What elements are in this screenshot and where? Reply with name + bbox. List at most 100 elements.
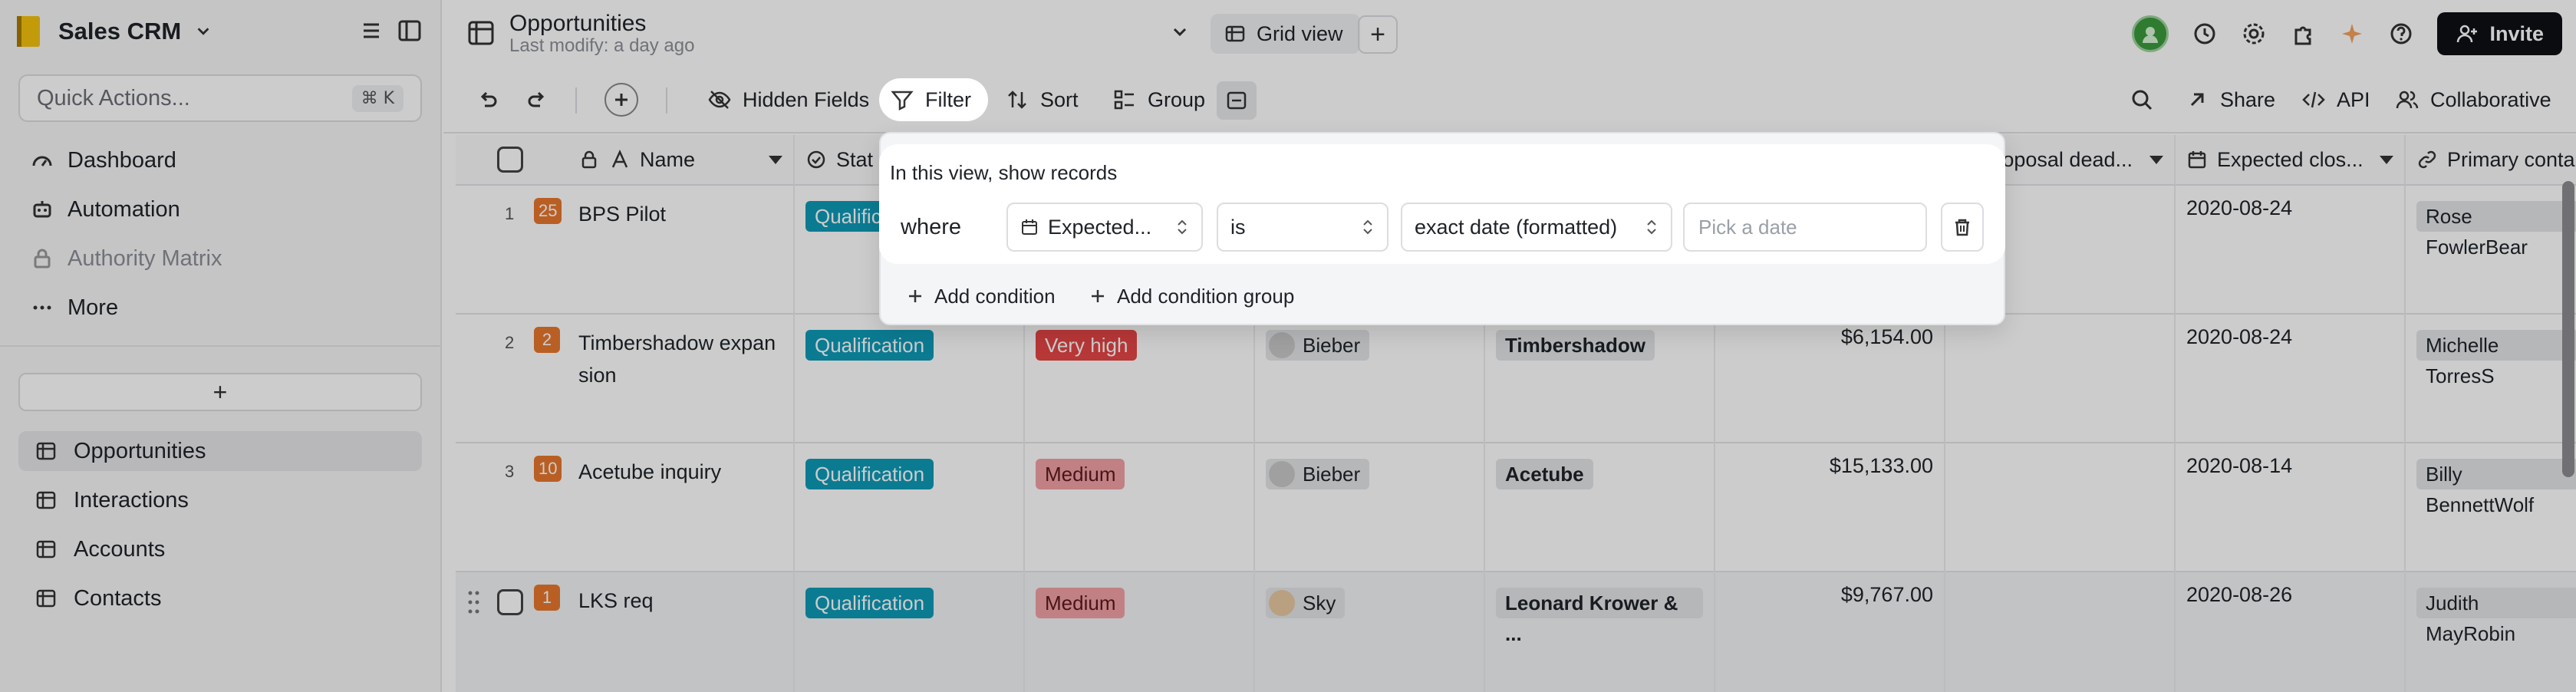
undo-button[interactable]	[465, 78, 511, 121]
status-cell[interactable]: Qualification	[795, 572, 1025, 692]
column-header-primary-contact[interactable]: Primary conta	[2406, 135, 2576, 186]
expected-close-cell[interactable]: 2020-08-24	[2176, 186, 2406, 315]
date-picker-input[interactable]: Pick a date	[1683, 203, 1927, 252]
row-checkbox[interactable]	[497, 589, 523, 615]
nav-automation[interactable]: Automation	[31, 190, 180, 229]
hidden-fields-button[interactable]: Hidden Fields	[697, 78, 880, 121]
owner-cell[interactable]: Bieber	[1255, 315, 1485, 443]
date-placeholder: Pick a date	[1698, 215, 1797, 239]
filter-field-value: Expected...	[1048, 215, 1152, 239]
table-row[interactable]: 2 2 Timbershadow expan sion Qualificatio…	[456, 315, 2576, 443]
expected-close-cell[interactable]: 2020-08-24	[2176, 315, 2406, 443]
select-all-checkbox[interactable]	[497, 147, 523, 173]
chevron-down-icon[interactable]	[1171, 23, 1189, 41]
nav-authority-matrix[interactable]: Authority Matrix	[31, 239, 222, 278]
owner-cell[interactable]: Bieber	[1255, 443, 1485, 572]
expected-close-cell[interactable]: 2020-08-26	[2176, 572, 2406, 692]
primary-contact-cell[interactable]: Rose FowlerBear	[2406, 186, 2576, 315]
sidebar-item-interactions[interactable]: Interactions	[18, 480, 422, 520]
invite-button[interactable]: Invite	[2437, 12, 2562, 55]
filter-mode-select[interactable]: exact date (formatted)	[1401, 203, 1672, 252]
sidebar-item-contacts[interactable]: Contacts	[18, 578, 422, 618]
collaborative-button[interactable]: Collaborative	[2384, 78, 2562, 121]
filter-label: Filter	[925, 87, 971, 111]
add-condition-group-button[interactable]: Add condition group	[1089, 281, 1294, 311]
name-cell[interactable]: 3 10 Acetube inquiry	[456, 443, 795, 572]
sort-button[interactable]: Sort	[994, 78, 1089, 121]
amount-cell[interactable]: $6,154.00	[1715, 315, 1945, 443]
group-button[interactable]: Group	[1102, 78, 1216, 121]
vertical-scrollbar[interactable]	[2562, 181, 2574, 477]
table-row[interactable]: 3 10 Acetube inquiry Qualification Mediu…	[456, 443, 2576, 572]
users-icon	[2396, 91, 2419, 109]
account-cell[interactable]: Acetube	[1485, 443, 1715, 572]
delete-condition-button[interactable]	[1941, 203, 1984, 252]
add-group-label: Add condition group	[1117, 284, 1295, 308]
calendar-icon	[2188, 151, 2206, 169]
status-cell[interactable]: Qualification	[795, 315, 1025, 443]
sidebar-item-accounts[interactable]: Accounts	[18, 529, 422, 569]
tab-grid-view[interactable]: Grid view	[1211, 14, 1360, 54]
proposal-deadline-cell[interactable]	[1945, 443, 2176, 572]
hidden-fields-label: Hidden Fields	[743, 87, 870, 111]
list-icon[interactable]	[357, 17, 385, 44]
api-button[interactable]: API	[2291, 78, 2381, 121]
column-menu-icon[interactable]	[2149, 155, 2163, 164]
header: Opportunities Last modify: a day ago Gri…	[443, 0, 2576, 68]
share-button[interactable]: Share	[2174, 78, 2286, 121]
name-cell[interactable]: 1 LKS req	[456, 572, 795, 692]
avatar	[1269, 332, 1295, 358]
proposal-deadline-cell[interactable]	[1945, 572, 2176, 692]
priority-cell[interactable]: Very high	[1025, 315, 1255, 443]
quick-actions-label: Quick Actions...	[37, 85, 190, 110]
proposal-deadline-cell[interactable]	[1945, 315, 2176, 443]
primary-contact-cell[interactable]: Judith MayRobin	[2406, 572, 2576, 692]
sidebar-toggle-icon[interactable]	[396, 17, 423, 44]
priority-cell[interactable]: Medium	[1025, 572, 1255, 692]
page-title[interactable]: Opportunities	[509, 11, 646, 37]
priority-cell[interactable]: Medium	[1025, 443, 1255, 572]
table-row[interactable]: 1 LKS req Qualification Medium Sky Leona…	[456, 572, 2576, 692]
account-cell[interactable]: Leonard Krower & ...	[1485, 572, 1715, 692]
account-cell[interactable]: Timbershadow	[1485, 315, 1715, 443]
filter-button-active[interactable]: Filter	[879, 78, 988, 121]
space-switcher[interactable]: Sales CRM	[14, 14, 212, 49]
filter-heading: In this view, show records	[890, 161, 1118, 184]
row-height-button[interactable]	[1217, 81, 1257, 120]
drag-handle-icon[interactable]	[466, 589, 482, 615]
amount-cell[interactable]: $9,767.00	[1715, 572, 1945, 692]
sparkle-icon[interactable]	[2339, 21, 2365, 47]
owner-name: Bieber	[1303, 334, 1361, 357]
add-table-button[interactable]: +	[18, 373, 422, 411]
status-cell[interactable]: Qualification	[795, 443, 1025, 572]
add-view-button[interactable]: +	[1358, 15, 1398, 54]
redo-button[interactable]	[514, 78, 560, 121]
add-condition-button[interactable]: Add condition	[907, 281, 1056, 311]
quick-actions-search[interactable]: Quick Actions... ⌘ K	[18, 74, 422, 122]
sidebar-item-opportunities[interactable]: Opportunities	[18, 431, 422, 471]
header-actions: Invite	[2132, 12, 2562, 55]
column-header-name[interactable]: Name	[456, 135, 795, 186]
name-cell[interactable]: 1 25 BPS Pilot	[456, 186, 795, 315]
user-avatar[interactable]	[2132, 15, 2169, 52]
column-menu-icon[interactable]	[769, 155, 782, 164]
filter-field-select[interactable]: Expected...	[1006, 203, 1203, 252]
contact-chip: Billy BennettWolf	[2416, 459, 2576, 516]
nav-more[interactable]: More	[31, 288, 118, 327]
column-menu-icon[interactable]	[2380, 155, 2393, 164]
nav-dashboard[interactable]: Dashboard	[31, 141, 176, 180]
add-record-button[interactable]	[604, 83, 638, 117]
filter-operator-select[interactable]: is	[1217, 203, 1388, 252]
gear-icon[interactable]	[2241, 21, 2267, 47]
plugin-icon[interactable]	[2290, 21, 2316, 47]
owner-cell[interactable]: Sky	[1255, 572, 1485, 692]
search-button[interactable]	[2119, 78, 2165, 121]
name-cell[interactable]: 2 2 Timbershadow expan sion	[456, 315, 795, 443]
history-icon[interactable]	[2192, 21, 2218, 47]
expected-close-cell[interactable]: 2020-08-14	[2176, 443, 2406, 572]
help-icon[interactable]	[2388, 21, 2414, 47]
primary-contact-cell[interactable]: Michelle TorresS	[2406, 315, 2576, 443]
column-header-expected-close[interactable]: Expected clos...	[2176, 135, 2406, 186]
primary-contact-cell[interactable]: Billy BennettWolf	[2406, 443, 2576, 572]
amount-cell[interactable]: $15,133.00	[1715, 443, 1945, 572]
